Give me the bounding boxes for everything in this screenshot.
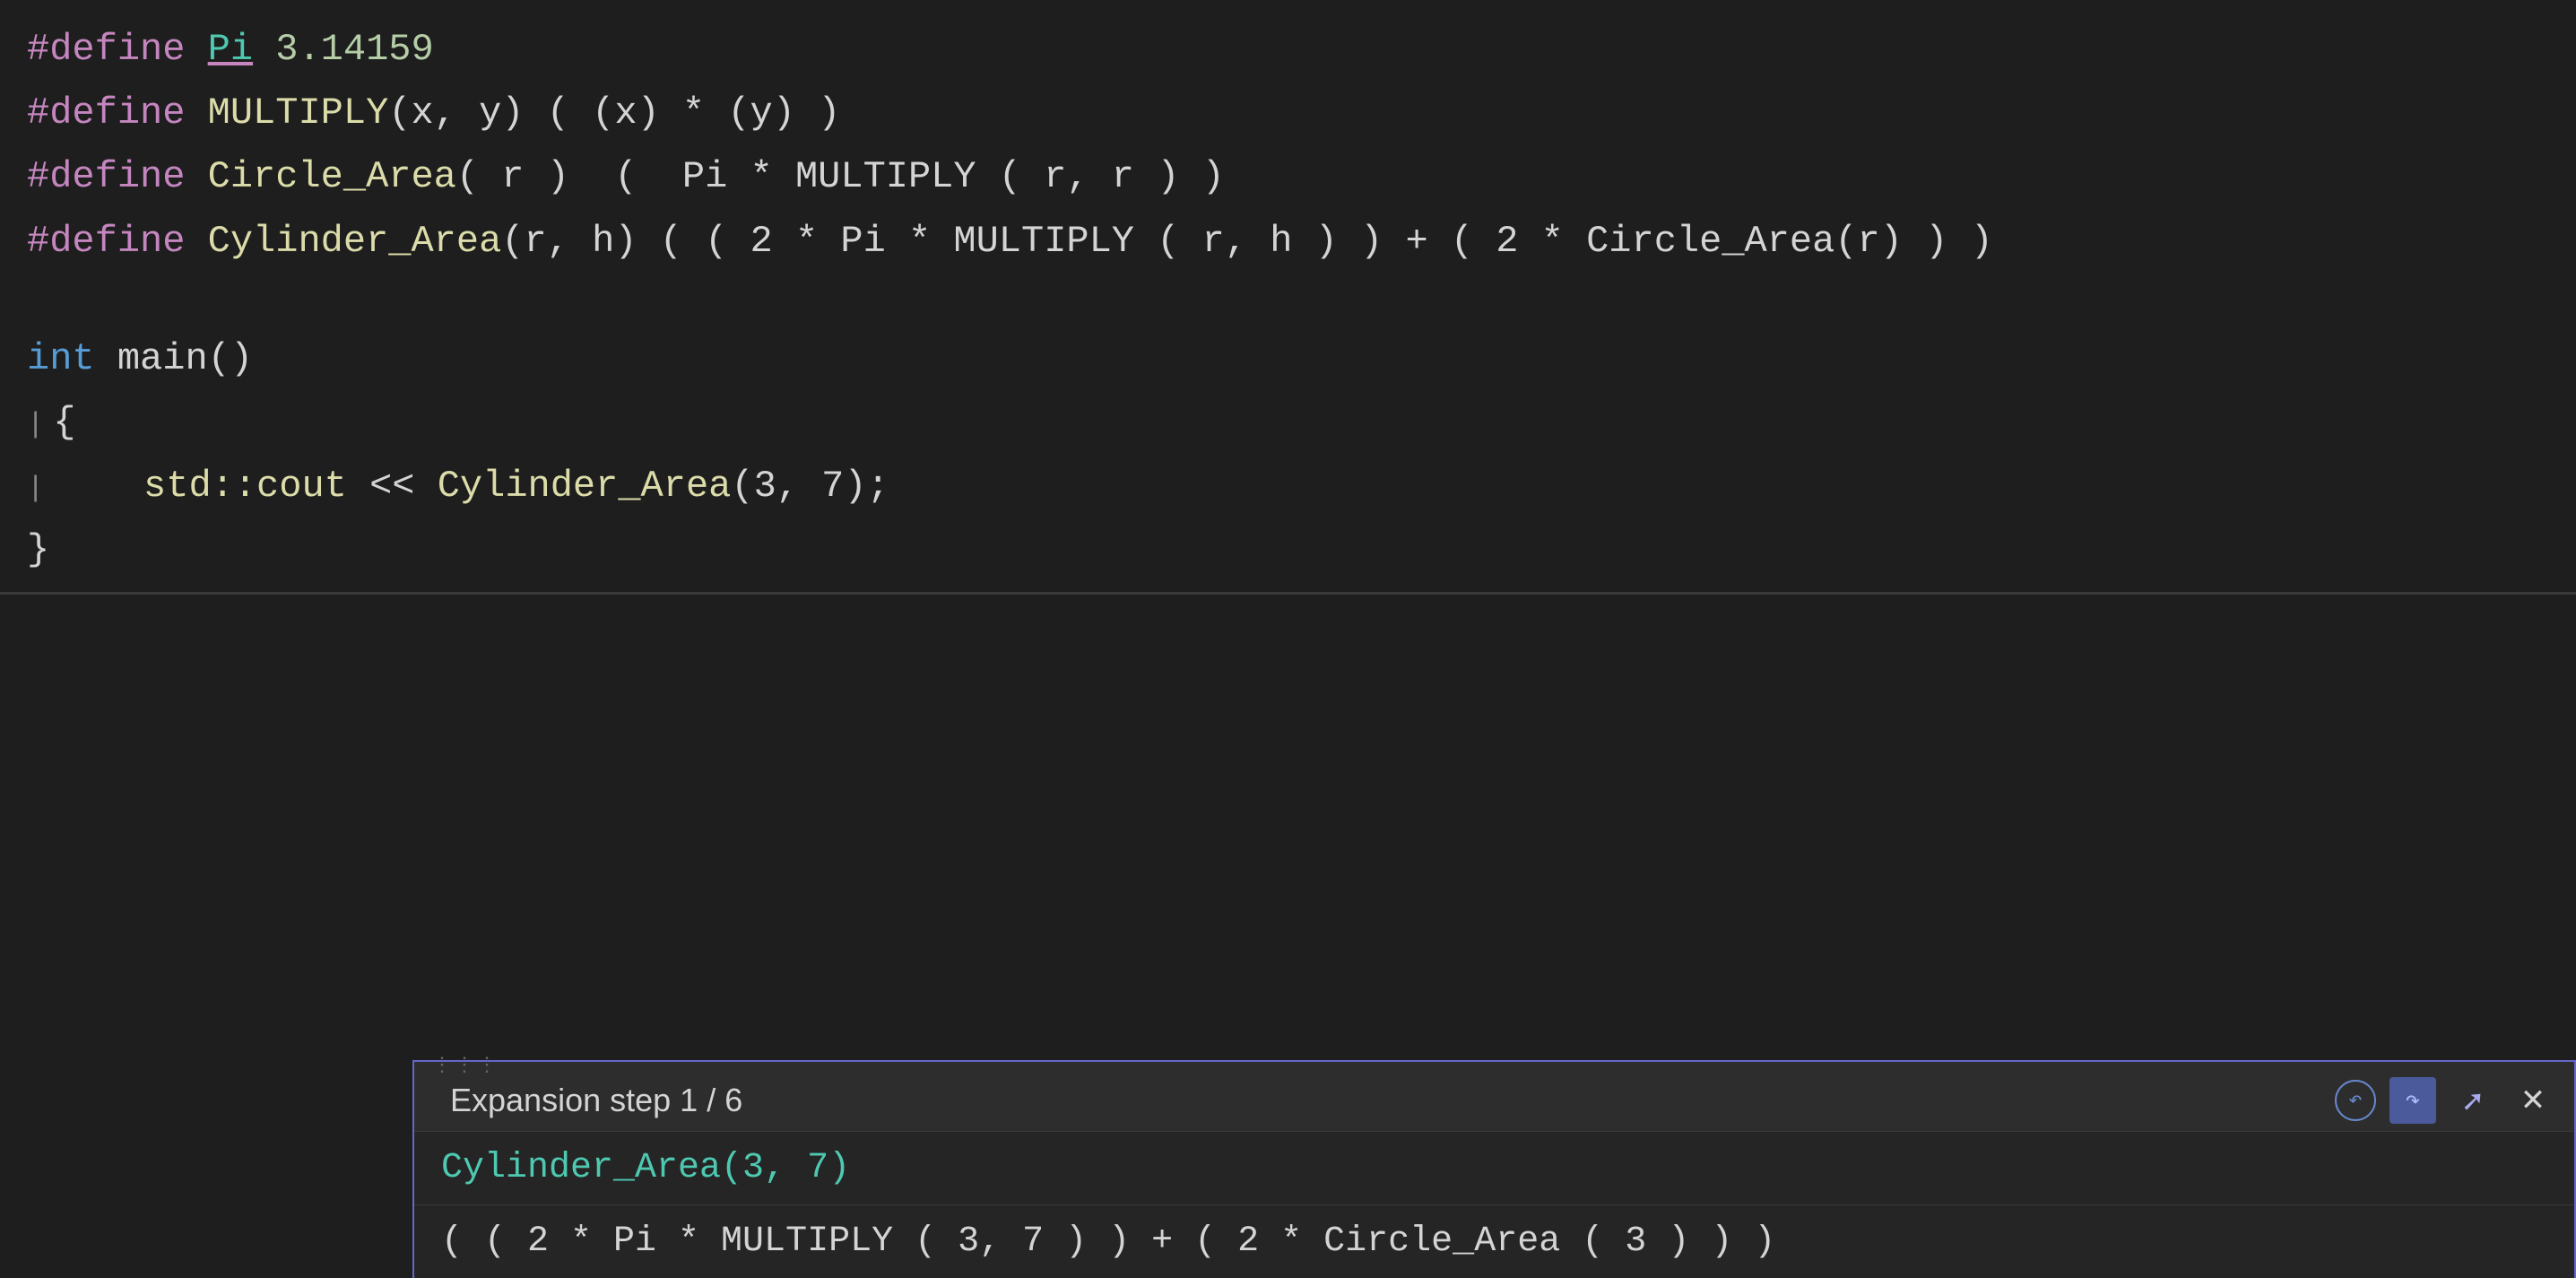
- code-line-9: }: [0, 518, 2576, 582]
- macro-circle-area: Circle_Area: [208, 147, 456, 207]
- code-line-1: #define Pi 3.14159: [0, 18, 2576, 82]
- expansion-controls: ↶ ↷ ➚ ✕: [2335, 1077, 2556, 1124]
- line-indicator-2: |: [27, 465, 44, 511]
- forward-button[interactable]: ↷: [2390, 1077, 2436, 1124]
- code-line-2: #define MULTIPLY(x, y) ( (x) * (y) ): [0, 82, 2576, 145]
- pi-value: 3.14159: [253, 20, 434, 80]
- drag-handle-icon: ⋮⋮⋮: [432, 1054, 499, 1077]
- expansion-body: Cylinder_Area(3, 7) ( ( 2 * Pi * MULTIPL…: [414, 1132, 2574, 1278]
- cout-operator: <<: [347, 456, 438, 517]
- expansion-panel: ⋮⋮⋮ Expansion step 1 / 6 ↶ ↷ ➚ ✕ Cylinde…: [412, 1060, 2576, 1278]
- cout-statement: [53, 456, 143, 517]
- expansion-expanded-row: ( ( 2 * Pi * MULTIPLY ( 3, 7 ) ) + ( 2 *…: [414, 1205, 2574, 1278]
- expand-button[interactable]: ➚: [2450, 1077, 2496, 1124]
- std-cout: std::cout: [143, 456, 347, 517]
- code-editor: #define Pi 3.14159 #define MULTIPLY(x, y…: [0, 0, 2576, 1278]
- cylinder-args: (3, 7);: [731, 456, 889, 517]
- hash-2: #define: [27, 83, 208, 143]
- cylinder-area-params: (r, h) ( ( 2 * Pi * MULTIPLY ( r, h ) ) …: [501, 212, 1992, 272]
- hash-1: #define: [27, 20, 208, 80]
- macro-multiply: MULTIPLY: [208, 83, 389, 143]
- macro-pi: Pi: [208, 20, 253, 80]
- open-brace: {: [53, 393, 75, 453]
- expansion-original-row: Cylinder_Area(3, 7): [414, 1132, 2574, 1205]
- macro-cylinder-area: Cylinder_Area: [208, 212, 502, 272]
- hash-3: #define: [27, 147, 208, 207]
- circle-area-params: ( r ) ( Pi * MULTIPLY ( r, r ) ): [456, 147, 1225, 207]
- cylinder-area-call: Cylinder_Area: [438, 456, 732, 517]
- expansion-title: Expansion step 1 / 6: [450, 1082, 742, 1119]
- expansion-result: ( ( 2 * Pi * MULTIPLY ( 3, 7 ) ) + ( 2 *…: [441, 1221, 1775, 1262]
- code-line-3: #define Circle_Area( r ) ( Pi * MULTIPLY…: [0, 145, 2576, 209]
- expansion-original: Cylinder_Area(3, 7): [441, 1148, 850, 1188]
- close-button[interactable]: ✕: [2510, 1077, 2556, 1124]
- multiply-params: (x, y) ( (x) * (y) ): [388, 83, 840, 143]
- code-line-4: #define Cylinder_Area(r, h) ( ( 2 * Pi *…: [0, 210, 2576, 274]
- code-line-7: |{: [0, 391, 2576, 455]
- panel-drag-bar[interactable]: ⋮⋮⋮: [414, 1062, 2574, 1069]
- code-line-8: | std::cout << Cylinder_Area(3, 7);: [0, 455, 2576, 518]
- header-left: Expansion step 1 / 6: [432, 1082, 742, 1119]
- line-indicator: |: [27, 402, 44, 448]
- editor-divider: [0, 592, 2576, 595]
- hash-4: #define: [27, 212, 208, 272]
- main-func: main(): [95, 329, 253, 389]
- keyword-int: int: [27, 329, 95, 389]
- back-button[interactable]: ↶: [2335, 1080, 2376, 1121]
- code-line-6: int main(): [0, 327, 2576, 391]
- expansion-header: Expansion step 1 / 6 ↶ ↷ ➚ ✕: [414, 1069, 2574, 1132]
- close-brace: }: [27, 520, 49, 580]
- code-line-5: [0, 274, 2576, 327]
